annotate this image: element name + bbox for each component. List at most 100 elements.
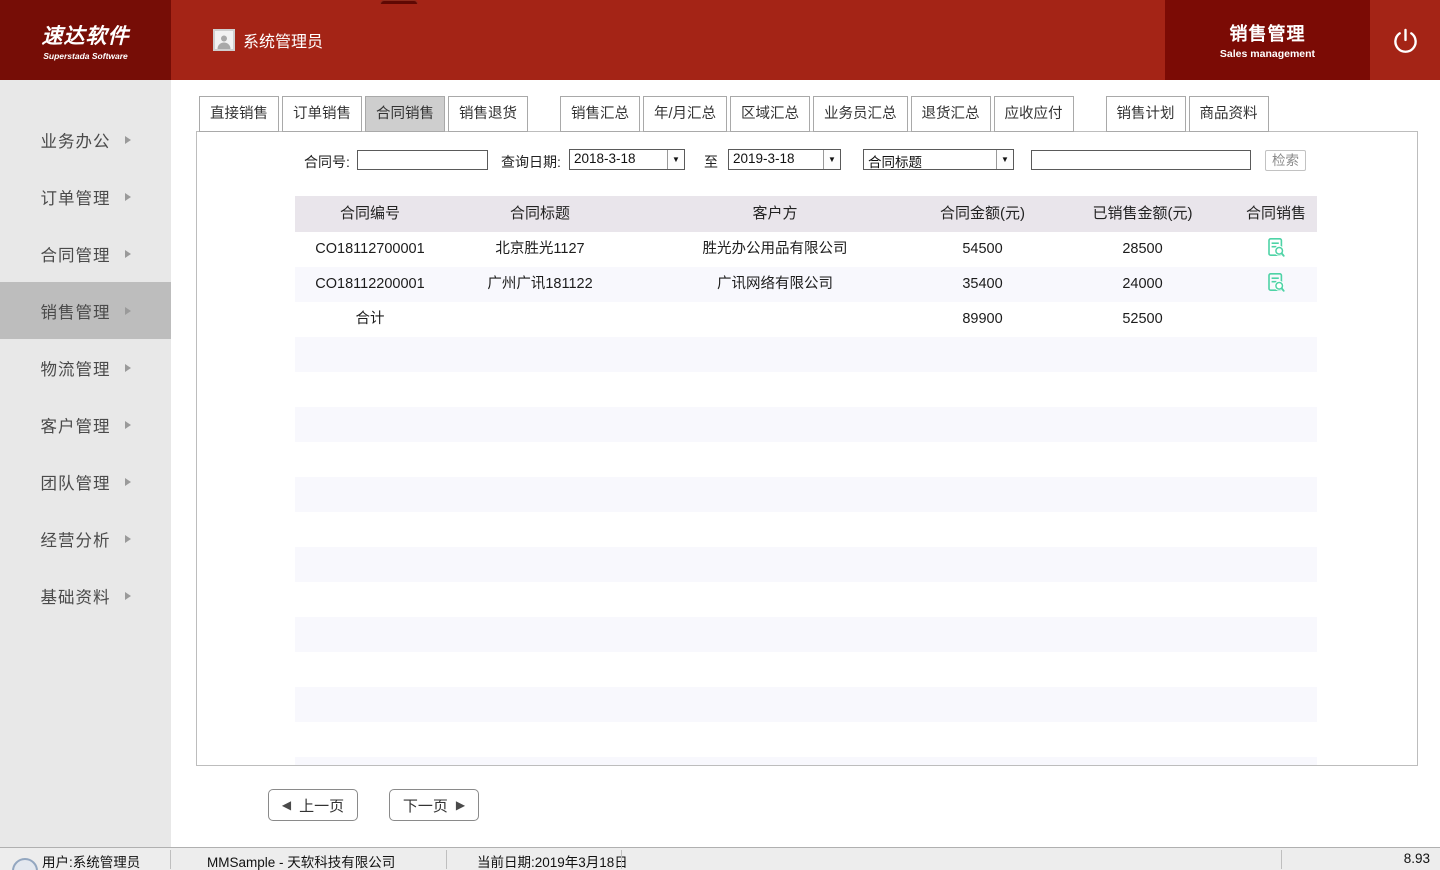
table-cell	[295, 512, 445, 547]
contract-sales-detail-icon[interactable]	[1266, 272, 1286, 294]
table-cell	[915, 617, 1050, 652]
table-cell	[635, 302, 915, 337]
table-cell	[915, 337, 1050, 372]
table-cell-action	[1235, 512, 1317, 547]
table-cell	[1050, 337, 1235, 372]
empty-table-row	[295, 617, 1317, 652]
chevron-right-icon	[125, 250, 131, 258]
table-cell	[915, 582, 1050, 617]
sidebar-item-label: 团队管理	[41, 470, 111, 494]
tab-销售汇总[interactable]: 销售汇总	[560, 96, 640, 132]
tab-销售计划[interactable]: 销售计划	[1106, 96, 1186, 132]
contract-no-input[interactable]	[357, 150, 488, 170]
query-date-label: 查询日期:	[501, 152, 561, 172]
table-cell	[445, 302, 635, 337]
table-cell-action	[1235, 232, 1317, 267]
table-cell	[295, 442, 445, 477]
date-from-select[interactable]: 2018-3-18 ▼	[569, 149, 685, 170]
table-header-row: 合同编号合同标题客户方合同金额(元)已销售金额(元)合同销售	[295, 196, 1317, 232]
table-cell	[445, 337, 635, 372]
chevron-right-icon	[125, 136, 131, 144]
empty-table-row	[295, 547, 1317, 582]
empty-table-row	[295, 757, 1317, 766]
table-cell	[635, 547, 915, 582]
date-to-select[interactable]: 2019-3-18 ▼	[728, 149, 841, 170]
power-icon	[1392, 27, 1419, 54]
next-page-button[interactable]: 下一页 ▶	[389, 789, 479, 821]
table-cell	[635, 582, 915, 617]
sidebar-item-business-office[interactable]: 业务办公	[0, 111, 171, 168]
dropdown-arrow-icon[interactable]: ▼	[996, 150, 1013, 169]
empty-table-row	[295, 652, 1317, 687]
table-cell	[295, 547, 445, 582]
tab-退货汇总[interactable]: 退货汇总	[911, 96, 991, 132]
sidebar-item-customer-management[interactable]: 客户管理	[0, 396, 171, 453]
table-cell-action	[1235, 267, 1317, 302]
sidebar-item-label: 合同管理	[41, 242, 111, 266]
sidebar-item-business-analysis[interactable]: 经营分析	[0, 510, 171, 567]
table-cell	[1050, 757, 1235, 766]
dropdown-arrow-icon[interactable]: ▼	[667, 150, 684, 169]
prev-page-button[interactable]: ◀ 上一页	[268, 789, 358, 821]
contract-no-label: 合同号:	[304, 152, 350, 172]
next-page-label: 下一页	[403, 795, 448, 816]
empty-table-row	[295, 512, 1317, 547]
tab-合同销售[interactable]: 合同销售	[365, 96, 445, 132]
tab-销售退货[interactable]: 销售退货	[448, 96, 528, 132]
sidebar-item-team-management[interactable]: 团队管理	[0, 453, 171, 510]
search-field-value: 合同标题	[864, 150, 996, 169]
user-avatar-icon	[213, 29, 235, 51]
table-cell	[635, 722, 915, 757]
table-cell: 35400	[915, 267, 1050, 302]
table-cell: 广州广讯181122	[445, 267, 635, 302]
tab-年/月汇总[interactable]: 年/月汇总	[643, 96, 727, 132]
sidebar-item-contract-management[interactable]: 合同管理	[0, 225, 171, 282]
table-cell	[915, 757, 1050, 766]
sidebar-item-order-management[interactable]: 订单管理	[0, 168, 171, 225]
tab-订单销售[interactable]: 订单销售	[282, 96, 362, 132]
dropdown-arrow-icon[interactable]: ▼	[823, 150, 840, 169]
table-cell	[915, 722, 1050, 757]
search-field-select[interactable]: 合同标题 ▼	[863, 149, 1014, 170]
sidebar-item-base-data[interactable]: 基础资料	[0, 567, 171, 624]
tab-应收应付[interactable]: 应收应付	[994, 96, 1074, 132]
table-cell	[295, 372, 445, 407]
table-cell-action	[1235, 582, 1317, 617]
sidebar-item-label: 经营分析	[41, 527, 111, 551]
tab-商品资料[interactable]: 商品资料	[1189, 96, 1269, 132]
date-from-value: 2018-3-18	[570, 150, 667, 169]
logout-button[interactable]	[1370, 0, 1440, 80]
table-cell	[445, 547, 635, 582]
search-button[interactable]: 检索	[1265, 150, 1306, 171]
table-cell-action	[1235, 442, 1317, 477]
table-cell	[1050, 687, 1235, 722]
table-cell: 52500	[1050, 302, 1235, 337]
table-cell	[445, 652, 635, 687]
tab-区域汇总[interactable]: 区域汇总	[730, 96, 810, 132]
empty-table-row	[295, 477, 1317, 512]
table-cell	[635, 372, 915, 407]
table-cell	[295, 337, 445, 372]
logo-text-cn: 速达软件	[42, 20, 130, 50]
keyword-input[interactable]	[1031, 150, 1251, 170]
table-cell-action	[1235, 547, 1317, 582]
table-cell	[915, 477, 1050, 512]
column-header: 客户方	[635, 196, 915, 232]
sidebar-item-sales-management[interactable]: 销售管理	[0, 282, 171, 339]
table-cell	[915, 407, 1050, 442]
table-cell	[295, 652, 445, 687]
table-cell-action	[1235, 337, 1317, 372]
divider	[446, 850, 447, 869]
tab-直接销售[interactable]: 直接销售	[199, 96, 279, 132]
table-cell-action	[1235, 477, 1317, 512]
table-cell-action	[1235, 407, 1317, 442]
column-header: 合同编号	[295, 196, 445, 232]
contract-sales-detail-icon[interactable]	[1266, 237, 1286, 259]
tab-业务员汇总[interactable]: 业务员汇总	[813, 96, 908, 132]
module-title-cn: 销售管理	[1230, 20, 1306, 46]
sidebar-item-logistics-management[interactable]: 物流管理	[0, 339, 171, 396]
sidebar-menu: 业务办公订单管理合同管理销售管理物流管理客户管理团队管理经营分析基础资料	[0, 80, 171, 847]
table-cell	[445, 582, 635, 617]
sidebar-item-label: 基础资料	[41, 584, 111, 608]
table-cell: 广讯网络有限公司	[635, 267, 915, 302]
